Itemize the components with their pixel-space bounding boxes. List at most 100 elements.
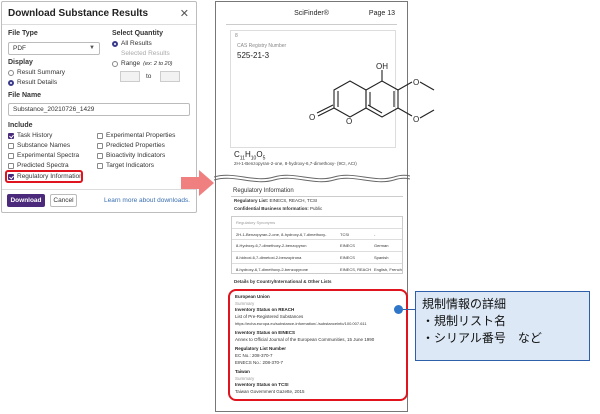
display-label: Display — [8, 59, 33, 66]
download-button[interactable]: Download — [7, 194, 45, 207]
checkbox-predicted-properties[interactable]: Predicted Properties — [97, 142, 165, 149]
table-row: 8-Hydroxy-6,7-dimethoxy-2-benzopyron EIN… — [232, 239, 402, 249]
tcsi-title: Inventory Status on TCSI — [235, 382, 289, 387]
arrow-right-icon — [181, 170, 214, 196]
checkbox-icon — [97, 132, 103, 139]
checkbox-predicted-spectra[interactable]: Predicted Spectra — [8, 162, 69, 169]
file-type-select[interactable]: PDF ▼ — [8, 42, 100, 55]
row-value: EINECS, REACH, TCSI — [269, 198, 318, 203]
range-from-input[interactable] — [120, 71, 140, 82]
row-value: Public — [310, 206, 323, 211]
cancel-button[interactable]: Cancel — [50, 194, 77, 207]
checkbox-icon — [8, 142, 14, 149]
select-quantity-label: Select Quantity — [112, 30, 163, 37]
file-name-label: File Name — [8, 92, 42, 99]
table-row: 8-hydroxy-6,7-dimethoxy-2-benzopyrone EI… — [232, 263, 402, 273]
callout-box: 規制情報の詳細 ・規制リスト名 ・シリアル番号 など — [415, 291, 590, 361]
table-row: 8-hidroxi-6,7-dimetoxi-2-benzopirona EIN… — [232, 251, 402, 261]
divider — [2, 189, 196, 190]
regulatory-info-title: Regulatory Information — [233, 188, 294, 194]
cell: 8-hydroxy-6,7-dimethoxy-2-benzopyrone — [236, 267, 309, 272]
reg-number-title: Regulatory List Number — [235, 346, 287, 351]
checkbox-target-indicators[interactable]: Target Indicators — [97, 162, 154, 169]
divider — [226, 24, 397, 25]
checkbox-task-history[interactable]: Task History — [8, 132, 52, 139]
file-type-value: PDF — [13, 45, 26, 52]
checkbox-bioactivity-indicators[interactable]: Bioactivity Indicators — [97, 152, 165, 159]
cell: 8-Hydroxy-6,7-dimethoxy-2-benzopyron — [236, 243, 307, 248]
option-label: Selected Results — [121, 50, 170, 57]
option-label: Result Details — [17, 79, 58, 86]
radio-result-details[interactable]: Result Details — [8, 79, 57, 86]
download-dialog: Download Substance Results ✕ File Type P… — [1, 1, 197, 213]
regulatory-highlight — [5, 170, 83, 183]
cbi-row: Confidential Business Information: Publi… — [234, 206, 322, 211]
row-label: Regulatory List: — [234, 198, 269, 203]
checkbox-icon — [97, 142, 103, 149]
caret-down-icon: ▼ — [89, 45, 95, 51]
callout-pointer-dot — [394, 305, 403, 314]
region-taiwan: Taiwan — [235, 369, 250, 374]
molecular-formula: C11H10O5 — [234, 150, 265, 162]
row-label: Confidential Business Information: — [234, 206, 309, 211]
close-icon[interactable]: ✕ — [180, 7, 189, 20]
option-label: Experimental Properties — [106, 132, 176, 139]
radio-result-summary[interactable]: Result Summary — [8, 69, 65, 76]
option-label: Target Indicators — [106, 162, 155, 169]
selected-results-option: Selected Results — [121, 50, 170, 57]
reach-title: Inventory Status on REACH — [235, 307, 295, 312]
radio-all-results[interactable]: All Results — [112, 40, 152, 47]
cell: EINECS — [340, 255, 355, 260]
option-label: Result Summary — [17, 69, 66, 76]
learn-more-link[interactable]: Learn more about downloads. — [104, 197, 190, 204]
atom-label-o: O — [346, 117, 352, 126]
checkbox-substance-names[interactable]: Substance Names — [8, 142, 70, 149]
summary-label: Summary — [235, 376, 255, 381]
range-hint: (ex: 2 to 20) — [143, 60, 173, 67]
range-to-input[interactable] — [160, 71, 180, 82]
page-break-wave — [214, 174, 410, 183]
regulatory-list-row: Regulatory List: EINECS, REACH, TCSI — [234, 198, 317, 203]
include-label: Include — [8, 122, 33, 129]
callout-line: ・規制リスト名 — [422, 314, 507, 328]
radio-selected-icon — [8, 79, 14, 86]
option-label: All Results — [121, 40, 152, 47]
cell: English, French — [374, 267, 402, 272]
option-label: Predicted Spectra — [17, 162, 69, 169]
atom-label-o: O — [413, 115, 419, 124]
structure-diagram: OH O O O O — [309, 62, 435, 126]
atom-label-o: O — [413, 78, 419, 87]
tcsi-text: Taiwan Government Gazette, 2015 — [235, 389, 305, 394]
cell: EINECS — [340, 243, 355, 248]
file-name-input[interactable]: Substance_20210726_1429 — [8, 103, 190, 116]
checkbox-icon — [97, 152, 103, 159]
option-label: Range — [121, 60, 141, 67]
synonyms-table: Regulatory Synonyms 2H-1-Benzopyran-2-on… — [231, 216, 403, 274]
checkbox-experimental-properties[interactable]: Experimental Properties — [97, 132, 175, 139]
cell: TCSI — [340, 232, 350, 237]
radio-range[interactable]: Range (ex: 2 to 20) — [112, 60, 173, 67]
checkbox-experimental-spectra[interactable]: Experimental Spectra — [8, 152, 79, 159]
radio-icon — [8, 69, 14, 76]
range-to-label: to — [146, 73, 152, 80]
region-eu: European Union — [235, 294, 270, 299]
callout-line: ・シリアル番号 など — [422, 331, 542, 345]
ec-number: EC No.: 208-370-7 — [235, 353, 273, 358]
reach-text: List of Pre-Registered Substances — [235, 314, 304, 319]
summary-label: Summary — [235, 301, 255, 306]
option-label: Experimental Spectra — [17, 152, 80, 159]
radio-icon — [112, 60, 118, 67]
einecs-number: EINECS No.: 208-370-7 — [235, 360, 284, 365]
atom-label-oh: OH — [376, 62, 388, 71]
page-number: Page 13 — [368, 10, 395, 17]
option-label: Task History — [17, 132, 53, 139]
checkbox-icon — [8, 162, 14, 169]
cas-label: CAS Registry Number — [237, 43, 287, 49]
cell: - — [374, 232, 376, 237]
option-label: Predicted Properties — [106, 142, 165, 149]
reach-url: https://echa.europa.eu/substance-informa… — [235, 321, 367, 326]
divider — [231, 196, 403, 197]
checkbox-icon — [8, 152, 14, 159]
option-label: Substance Names — [17, 142, 71, 149]
cell: German — [374, 243, 389, 248]
